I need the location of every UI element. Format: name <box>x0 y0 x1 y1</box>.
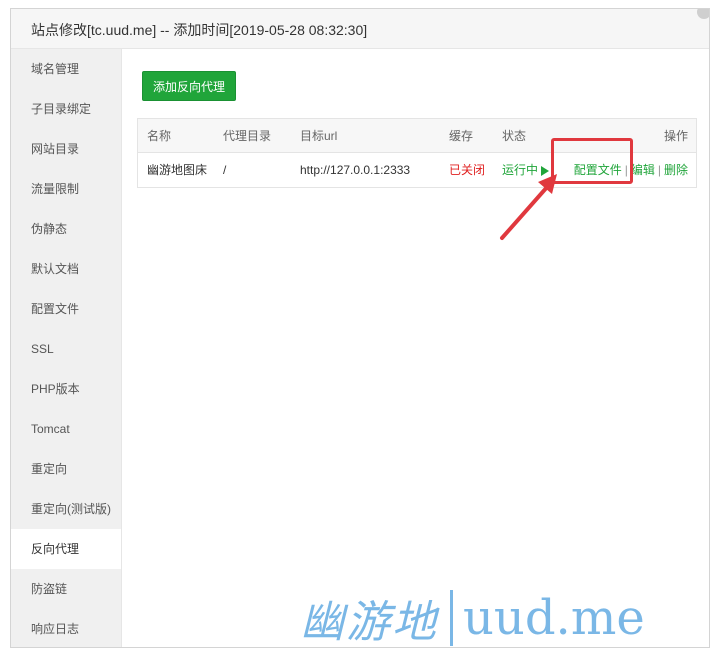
edit-link[interactable]: 编辑 <box>631 163 655 177</box>
separator: | <box>657 163 661 177</box>
sidebar-item-redirect[interactable]: 重定向 <box>11 449 121 489</box>
header-name: 名称 <box>147 129 172 143</box>
play-icon <box>541 165 550 176</box>
site-edit-dialog: 站点修改[tc.uud.me] -- 添加时间[2019-05-28 08:32… <box>10 8 710 648</box>
sidebar-item-reverse-proxy[interactable]: 反向代理 <box>11 529 121 569</box>
watermark-en: uud.me <box>463 590 645 646</box>
sidebar-item-redirect-beta[interactable]: 重定向(测试版) <box>11 489 121 529</box>
header-state: 状态 <box>502 129 527 143</box>
sidebar-item-tomcat[interactable]: Tomcat <box>11 409 121 449</box>
header-cache: 缓存 <box>449 129 474 143</box>
sidebar-item-php-version[interactable]: PHP版本 <box>11 369 121 409</box>
row-url: http://127.0.0.1:2333 <box>300 163 411 177</box>
delete-link[interactable]: 删除 <box>664 163 688 177</box>
add-reverse-proxy-button[interactable]: 添加反向代理 <box>142 71 236 101</box>
header-op: 操作 <box>663 129 688 143</box>
watermark-cn: 幽游地 <box>300 597 438 648</box>
watermark-divider <box>450 590 453 646</box>
sidebar-item-response-log[interactable]: 响应日志 <box>11 609 121 647</box>
run-status-toggle[interactable]: 运行中 <box>502 153 550 187</box>
run-status-label: 运行中 <box>502 163 539 177</box>
sidebar-item-rewrite[interactable]: 伪静态 <box>11 209 121 249</box>
sidebar-item-subdir[interactable]: 子目录绑定 <box>11 89 121 129</box>
header-dir: 代理目录 <box>223 129 272 143</box>
cache-status-toggle[interactable]: 已关闭 <box>449 153 485 187</box>
dialog-title: 站点修改[tc.uud.me] -- 添加时间[2019-05-28 08:32… <box>31 22 368 38</box>
row-name: 幽游地图床 <box>147 163 208 177</box>
sidebar: 域名管理 子目录绑定 网站目录 流量限制 伪静态 默认文档 配置文件 SSL P… <box>11 49 122 647</box>
header-url: 目标url <box>300 129 338 143</box>
sidebar-item-domain[interactable]: 域名管理 <box>11 49 121 89</box>
dialog-title-bar[interactable]: 站点修改[tc.uud.me] -- 添加时间[2019-05-28 08:32… <box>11 9 709 49</box>
sidebar-item-site-dir[interactable]: 网站目录 <box>11 129 121 169</box>
watermark: 幽游地 uud.me <box>300 588 645 648</box>
sidebar-item-traffic-limit[interactable]: 流量限制 <box>11 169 121 209</box>
close-icon[interactable] <box>697 9 709 19</box>
row-dir: / <box>223 163 227 177</box>
sidebar-item-ssl[interactable]: SSL <box>11 329 121 369</box>
annotation-highlight-box <box>551 138 633 184</box>
sidebar-item-hotlink[interactable]: 防盗链 <box>11 569 121 609</box>
sidebar-item-default-doc[interactable]: 默认文档 <box>11 249 121 289</box>
sidebar-item-config-file[interactable]: 配置文件 <box>11 289 121 329</box>
